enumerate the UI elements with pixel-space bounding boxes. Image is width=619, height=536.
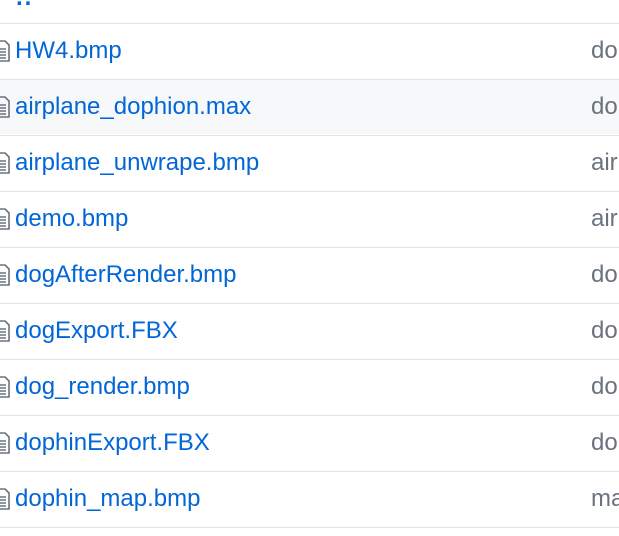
commit-message[interactable]: do: [591, 316, 619, 346]
file-icon: [0, 376, 10, 398]
file-name-link[interactable]: dophin_map.bmp: [15, 484, 200, 514]
file-row[interactable]: dog_render.bmp do: [0, 359, 619, 414]
file-icon: [0, 208, 10, 230]
file-name-link[interactable]: dog_render.bmp: [15, 372, 190, 402]
file-name-link[interactable]: airplane_dophion.max: [15, 92, 251, 122]
file-row[interactable]: dogExport.FBX do: [0, 303, 619, 358]
file-row[interactable]: demo.bmp air: [0, 191, 619, 246]
file-icon: [0, 432, 10, 454]
file-icon: [0, 320, 10, 342]
file-name-link[interactable]: airplane_unwrape.bmp: [15, 148, 259, 178]
file-icon: [0, 488, 10, 510]
file-icon: [0, 96, 10, 118]
file-row[interactable]: airplane_unwrape.bmp air: [0, 135, 619, 190]
commit-message[interactable]: do: [591, 372, 619, 402]
file-icon: [0, 40, 10, 62]
parent-directory-row[interactable]: ..: [0, 0, 619, 23]
file-row[interactable]: dophin_map.bmp ma: [0, 471, 619, 528]
commit-message[interactable]: do: [591, 428, 619, 458]
file-icon: [0, 264, 10, 286]
file-row[interactable]: dophinExport.FBX do: [0, 415, 619, 470]
file-name-link[interactable]: dogAfterRender.bmp: [15, 260, 236, 290]
file-name-link[interactable]: dophinExport.FBX: [15, 428, 210, 458]
commit-message[interactable]: air: [591, 148, 619, 178]
commit-message[interactable]: do: [591, 92, 619, 122]
commit-message[interactable]: ma: [591, 484, 619, 514]
file-list: .. HW4.bmp do airplane_dophion.max do ai…: [0, 0, 619, 536]
file-row[interactable]: airplane_dophion.max do: [0, 79, 619, 134]
commit-message[interactable]: do: [591, 260, 619, 290]
commit-message[interactable]: do: [591, 36, 619, 66]
file-icon: [0, 152, 10, 174]
file-name-link[interactable]: dogExport.FBX: [15, 316, 178, 346]
file-row[interactable]: HW4.bmp do: [0, 23, 619, 78]
commit-message[interactable]: air: [591, 204, 619, 234]
file-row[interactable]: dogAfterRender.bmp do: [0, 247, 619, 302]
file-name-link[interactable]: HW4.bmp: [15, 36, 122, 66]
parent-directory-link[interactable]: ..: [16, 0, 33, 10]
file-name-link[interactable]: demo.bmp: [15, 204, 128, 234]
